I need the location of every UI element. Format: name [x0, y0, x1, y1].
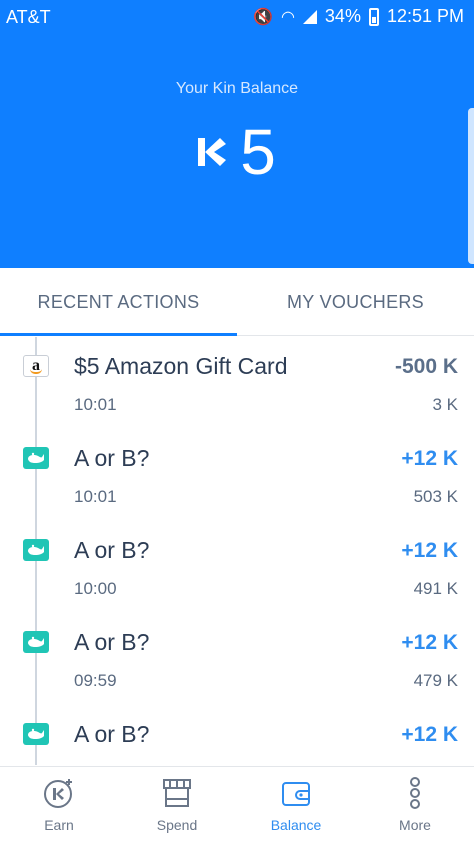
tab-recent-actions[interactable]: RECENT ACTIONS [0, 268, 237, 336]
store-icon [163, 779, 191, 807]
transaction-row[interactable]: A or B? 10:01 +12 K 503 K [0, 429, 474, 521]
earn-kin-icon [44, 779, 72, 808]
balance-value: 5 [240, 116, 276, 188]
nav-balance-label: Balance [270, 817, 322, 833]
transaction-time: 10:00 [74, 579, 117, 598]
nav-earn-label: Earn [44, 817, 74, 833]
tab-bar: RECENT ACTIONS MY VOUCHERS [0, 268, 474, 336]
transaction-time: 10:01 [74, 487, 117, 506]
active-tab-indicator [0, 333, 237, 336]
balance-display: 5 [0, 112, 474, 192]
nav-more-label: More [399, 817, 431, 833]
nav-balance[interactable]: Balance [237, 767, 355, 842]
side-drawer-handle[interactable] [468, 108, 474, 264]
transaction-row[interactable]: A or B? 09:59 +12 K 479 K [0, 613, 474, 705]
tab-my-vouchers[interactable]: MY VOUCHERS [237, 268, 474, 336]
transaction-row[interactable]: A or B? +12 K [0, 705, 474, 765]
transaction-time: 09:59 [74, 671, 117, 690]
nav-earn[interactable]: Earn [0, 767, 118, 842]
battery-percent: 34% [324, 6, 361, 26]
kin-logo-icon [198, 138, 227, 166]
transaction-amount: +12 K [401, 539, 458, 562]
carrier-label: AT&T [6, 7, 51, 27]
transaction-title: $5 Amazon Gift Card [74, 353, 288, 379]
transaction-amount: -500 K [394, 355, 458, 378]
bottom-navigation: Earn Spend Balance More [0, 766, 474, 842]
amazon-icon: a [23, 355, 49, 377]
status-icons: 🔇 ◠ 34% 12:51 PM [253, 6, 464, 27]
mute-icon: 🔇 [253, 8, 273, 26]
wifi-icon: ◠ [280, 8, 295, 26]
transaction-list[interactable]: a $5 Amazon Gift Card 10:01 -500 K 3 K A… [0, 337, 474, 765]
transaction-time: 10:01 [74, 395, 117, 414]
transaction-amount: +12 K [401, 631, 458, 654]
transaction-title: A or B? [74, 721, 150, 747]
transaction-balance: 3 K [432, 395, 458, 414]
transaction-row[interactable]: A or B? 10:00 +12 K 491 K [0, 521, 474, 613]
whale-icon [23, 631, 49, 653]
signal-icon [302, 9, 317, 24]
more-dots-icon [410, 777, 420, 809]
whale-icon [23, 723, 49, 745]
nav-spend[interactable]: Spend [118, 767, 236, 842]
transaction-title: A or B? [74, 445, 150, 471]
transaction-title: A or B? [74, 537, 150, 563]
balance-label: Your Kin Balance [175, 80, 299, 97]
battery-icon [368, 7, 379, 26]
nav-more[interactable]: More [356, 767, 474, 842]
status-bar: AT&T 🔇 ◠ 34% 12:51 PM [0, 0, 474, 34]
wallet-icon [282, 782, 310, 806]
transaction-title: A or B? [74, 629, 150, 655]
transaction-balance: 491 K [413, 579, 458, 598]
transaction-amount: +12 K [401, 447, 458, 470]
transaction-row[interactable]: a $5 Amazon Gift Card 10:01 -500 K 3 K [0, 337, 474, 429]
whale-icon [23, 447, 49, 469]
transaction-balance: 503 K [413, 487, 458, 506]
balance-header: AT&T 🔇 ◠ 34% 12:51 PM Your Kin Balance 5 [0, 0, 474, 268]
nav-spend-label: Spend [156, 817, 198, 833]
transaction-balance: 479 K [413, 671, 458, 690]
clock: 12:51 PM [386, 6, 464, 26]
transaction-amount: +12 K [401, 723, 458, 746]
whale-icon [23, 539, 49, 561]
